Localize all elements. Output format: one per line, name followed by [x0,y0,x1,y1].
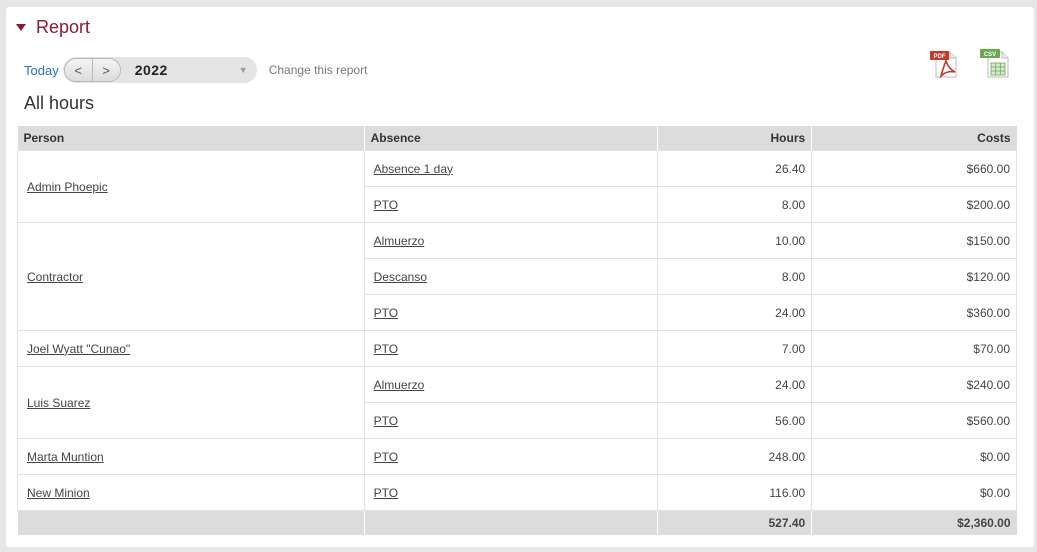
person-column-header[interactable]: Person [17,126,365,151]
table-row: Luis Suarez Almuerzo 24.00 $240.00 [17,366,1017,439]
total-hours: 527.40 [657,510,812,535]
absence-link[interactable]: PTO [374,450,398,464]
absence-cell: PTO [363,402,659,439]
hours-report-table: Person Absence Hours Costs Admin Phoepic… [17,126,1017,535]
today-link[interactable]: Today [24,63,59,78]
person-link[interactable]: Luis Suarez [27,396,90,410]
absence-link[interactable]: PTO [374,342,398,356]
hours-cell: 10.00 [657,222,813,259]
costs-cell: $0.00 [811,438,1017,475]
costs-cell: $240.00 [811,366,1017,403]
costs-cell: $660.00 [811,150,1017,187]
totals-spacer [17,510,365,535]
hours-column-header[interactable]: Hours [657,126,812,151]
absence-cell: PTO [363,474,659,511]
hours-cell: 24.00 [657,294,813,331]
person-cell: Admin Phoepic [17,150,365,223]
report-section-toggle[interactable]: Report [16,17,90,38]
hours-cell: 24.00 [657,366,813,403]
hours-cell: 8.00 [657,258,813,295]
hours-cell: 8.00 [657,186,813,223]
hours-cell: 116.00 [657,474,813,511]
date-toolbar: Today < > 2022 ▼ Change this report [24,57,367,83]
absence-cell: Descanso [363,258,659,295]
absence-link[interactable]: Almuerzo [374,378,425,392]
table-row: Contractor Almuerzo 10.00 $150.00 [17,222,1017,331]
absence-cell: Almuerzo [363,366,659,403]
costs-cell: $0.00 [811,474,1017,511]
person-link[interactable]: New Minion [27,486,90,500]
pdf-label: PDF [934,54,946,60]
absence-cell: Almuerzo [363,222,659,259]
person-cell: Luis Suarez [17,366,365,439]
chevron-down-icon[interactable]: ▼ [239,65,248,75]
absence-cell: Absence 1 day [363,150,659,187]
collapse-caret-icon [16,24,26,31]
csv-export-icon[interactable]: CSV [979,49,1009,79]
costs-cell: $200.00 [811,186,1017,223]
costs-column-header[interactable]: Costs [811,126,1017,151]
absence-link[interactable]: Absence 1 day [374,162,453,176]
absence-link[interactable]: Descanso [374,270,427,284]
csv-label: CSV [984,52,996,58]
absence-cell: PTO [363,330,659,367]
absence-link[interactable]: PTO [374,486,398,500]
page-title: All hours [24,93,95,113]
person-cell: New Minion [17,474,365,511]
absence-cell: PTO [363,294,659,331]
table-body: Admin Phoepic Absence 1 day 26.40 $660.00 PT… [17,150,1017,511]
costs-cell: $70.00 [811,330,1017,367]
absence-column-header[interactable]: Absence [363,126,658,151]
person-link[interactable]: Marta Muntion [27,450,104,464]
absence-link[interactable]: PTO [374,306,398,320]
hours-cell: 248.00 [657,438,813,475]
section-title: Report [36,17,91,37]
table-row: Admin Phoepic Absence 1 day 26.40 $660.00 [17,150,1017,223]
person-link[interactable]: Joel Wyatt "Cunao" [27,342,130,356]
prev-year-button[interactable]: < [64,59,92,81]
totals-row: 527.40 $2,360.00 [17,510,1017,535]
costs-cell: $120.00 [811,258,1017,295]
costs-cell: $560.00 [811,402,1017,439]
person-cell: Contractor [17,222,365,331]
year-value: 2022 [134,62,168,78]
table-row: New Minion PTO 116.00 $0.00 [17,474,1017,511]
absence-link[interactable]: PTO [374,198,398,212]
absence-cell: PTO [363,438,659,475]
costs-cell: $360.00 [811,294,1017,331]
year-picker[interactable]: < > 2022 ▼ [62,57,257,83]
costs-cell: $150.00 [811,222,1017,259]
hours-cell: 26.40 [657,150,813,187]
totals-spacer [363,510,658,535]
total-costs: $2,360.00 [811,510,1017,535]
change-report-link[interactable]: Change this report [269,63,368,77]
next-year-button[interactable]: > [91,59,120,81]
hours-cell: 56.00 [657,402,813,439]
table-header-row: Person Absence Hours Costs [17,126,1017,151]
absence-link[interactable]: Almuerzo [374,234,425,248]
pdf-export-icon[interactable]: PDF [930,49,960,79]
table-row: Joel Wyatt "Cunao" PTO 7.00 $70.00 [17,330,1017,367]
absence-link[interactable]: PTO [374,414,398,428]
report-panel: Report Today < > 2022 ▼ Change this repo… [6,7,1034,547]
year-nav: < > [63,58,121,82]
person-cell: Marta Muntion [17,438,365,475]
table-row: Marta Muntion PTO 248.00 $0.00 [17,438,1017,475]
person-link[interactable]: Contractor [27,270,83,284]
absence-cell: PTO [363,186,659,223]
person-cell: Joel Wyatt "Cunao" [17,330,365,367]
hours-cell: 7.00 [657,330,813,367]
person-link[interactable]: Admin Phoepic [27,180,108,194]
